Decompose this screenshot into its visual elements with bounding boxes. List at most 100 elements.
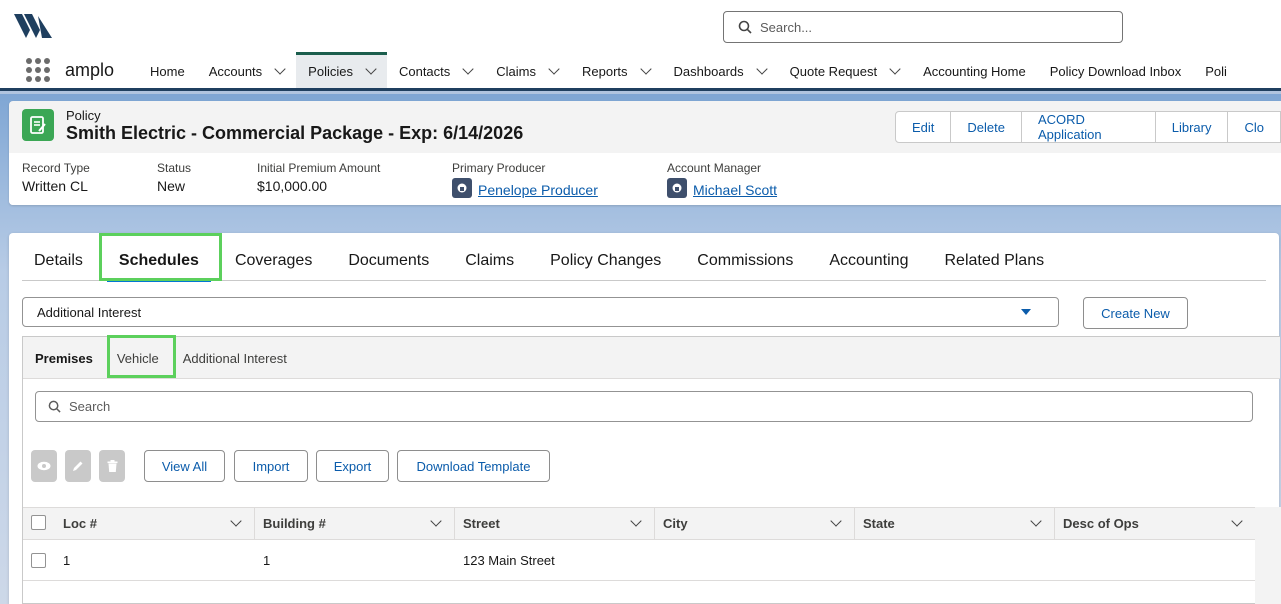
row-checkbox[interactable]	[31, 553, 46, 568]
nav-item-dashboards[interactable]: Dashboards	[662, 52, 778, 88]
nav-item-label: Home	[150, 64, 185, 79]
dropdown-caret-icon	[1021, 309, 1031, 315]
table-row[interactable]: 1 1 123 Main Street	[23, 540, 1255, 581]
field-value: New	[157, 178, 186, 194]
delete-button[interactable]: Delete	[950, 111, 1022, 143]
cell-street: 123 Main Street	[463, 553, 555, 568]
table-scrollbar[interactable]	[1255, 507, 1281, 604]
sub-tab-premises[interactable]: Premises	[23, 337, 105, 379]
tab-related-plans[interactable]: Related Plans	[932, 233, 1056, 281]
record-fields: Record Type Written CL Status New Initia…	[9, 153, 1281, 205]
tab-details[interactable]: Details	[22, 233, 95, 281]
delete-record-button[interactable]	[99, 450, 125, 482]
tab-commissions[interactable]: Commissions	[685, 233, 805, 281]
chevron-down-icon[interactable]	[365, 63, 377, 75]
import-button[interactable]: Import	[234, 450, 308, 482]
select-all-checkbox[interactable]	[31, 515, 46, 530]
primary-producer-link[interactable]: Penelope Producer	[478, 182, 598, 198]
tab-accounting[interactable]: Accounting	[817, 233, 920, 281]
chevron-down-icon[interactable]	[639, 63, 652, 75]
column-label: Loc #	[63, 516, 97, 531]
nav-item-label: Policy Download Inbox	[1049, 64, 1182, 79]
account-manager-link[interactable]: Michael Scott	[693, 182, 777, 198]
download-template-button[interactable]: Download Template	[397, 450, 550, 482]
chevron-down-icon[interactable]	[755, 63, 768, 75]
chevron-down-icon[interactable]	[1030, 515, 1042, 527]
chevron-down-icon[interactable]	[548, 63, 560, 75]
sub-tab-additional-interest[interactable]: Additional Interest	[171, 337, 299, 379]
chevron-down-icon[interactable]	[430, 515, 442, 527]
column-label: State	[863, 516, 895, 531]
column-header-city[interactable]: City	[655, 508, 855, 539]
nav-item-quote-request[interactable]: Quote Request	[778, 52, 911, 88]
field-record-type: Record Type Written CL	[22, 161, 90, 194]
acord-application-button[interactable]: ACORD Application	[1020, 111, 1156, 143]
record-title: Smith Electric - Commercial Package - Ex…	[66, 123, 524, 143]
field-label: Status	[157, 161, 192, 175]
schedule-search-input[interactable]: Search	[35, 391, 1253, 422]
nav-item-home[interactable]: Home	[138, 52, 197, 88]
nav-item-label: Reports	[582, 64, 628, 79]
global-search-input[interactable]: Search...	[723, 11, 1123, 43]
cell-loc: 1	[63, 553, 71, 568]
field-label: Primary Producer	[452, 161, 546, 175]
nav-item-label: Accounts	[208, 64, 263, 79]
column-header-loc[interactable]: Loc #	[55, 508, 255, 539]
sub-tab-vehicle[interactable]: Vehicle	[105, 337, 171, 379]
schedule-table: Loc # Building # Street City State Desc …	[23, 507, 1255, 581]
chevron-down-icon[interactable]	[462, 63, 474, 75]
app-launcher-icon[interactable]	[26, 58, 50, 82]
column-label: City	[663, 516, 688, 531]
nav-item-accounts[interactable]: Accounts	[197, 52, 296, 88]
library-button[interactable]: Library	[1154, 111, 1229, 143]
view-record-button[interactable]	[31, 450, 57, 482]
eye-icon	[37, 461, 51, 471]
nav-item-policies[interactable]: Policies	[296, 52, 387, 88]
column-header-desc-of-ops[interactable]: Desc of Ops	[1055, 508, 1255, 539]
schedule-search-placeholder: Search	[69, 399, 111, 414]
nav-item-policy-download-inbox[interactable]: Policy Download Inbox	[1038, 52, 1194, 88]
edit-record-button[interactable]	[65, 450, 91, 482]
column-header-street[interactable]: Street	[455, 508, 655, 539]
nav-item-contacts[interactable]: Contacts	[387, 52, 484, 88]
nav-item-poli[interactable]: Poli	[1193, 52, 1239, 88]
schedule-type-select[interactable]: Additional Interest	[22, 297, 1059, 327]
chevron-down-icon[interactable]	[889, 63, 901, 75]
nav-item-label: Policies	[308, 64, 353, 79]
tab-policy-changes[interactable]: Policy Changes	[538, 233, 673, 281]
user-avatar-icon	[452, 178, 472, 198]
nav-items: Home Accounts Policies Contacts Claims Report…	[138, 52, 1239, 88]
column-label: Building #	[263, 516, 326, 531]
clone-button[interactable]: Clo	[1227, 111, 1281, 143]
nav-item-claims[interactable]: Claims	[484, 52, 570, 88]
view-all-button[interactable]: View All	[144, 450, 225, 482]
chevron-down-icon[interactable]	[830, 515, 842, 527]
nav-item-accounting-home[interactable]: Accounting Home	[911, 52, 1038, 88]
nav-item-label: Poli	[1205, 64, 1227, 79]
export-button[interactable]: Export	[316, 450, 389, 482]
column-header-building[interactable]: Building #	[255, 508, 455, 539]
nav-item-label: Quote Request	[789, 64, 878, 79]
tab-coverages[interactable]: Coverages	[223, 233, 324, 281]
tab-schedules[interactable]: Schedules	[106, 233, 211, 282]
field-account-manager: Account Manager Michael Scott	[667, 161, 777, 198]
trash-icon	[107, 460, 117, 472]
chevron-down-icon[interactable]	[230, 515, 242, 527]
tab-claims[interactable]: Claims	[453, 233, 526, 281]
amplo-logo-icon[interactable]	[12, 10, 54, 42]
record-object-label: Policy	[66, 108, 101, 123]
tab-documents[interactable]: Documents	[336, 233, 441, 281]
create-new-button[interactable]: Create New	[1083, 297, 1188, 329]
edit-button[interactable]: Edit	[895, 111, 952, 143]
field-label: Record Type	[22, 161, 90, 175]
chevron-down-icon[interactable]	[274, 63, 286, 75]
nav-item-reports[interactable]: Reports	[570, 52, 662, 88]
search-icon	[738, 20, 752, 34]
schedule-panel: Premises Vehicle Additional Interest Sea…	[22, 335, 1281, 604]
chevron-down-icon[interactable]	[1231, 515, 1243, 527]
record-highlights: Policy Smith Electric - Commercial Packa…	[9, 101, 1281, 205]
global-header: Search...	[0, 0, 1281, 52]
column-header-state[interactable]: State	[855, 508, 1055, 539]
chevron-down-icon[interactable]	[630, 515, 642, 527]
field-initial-premium: Initial Premium Amount $10,000.00	[257, 161, 380, 194]
